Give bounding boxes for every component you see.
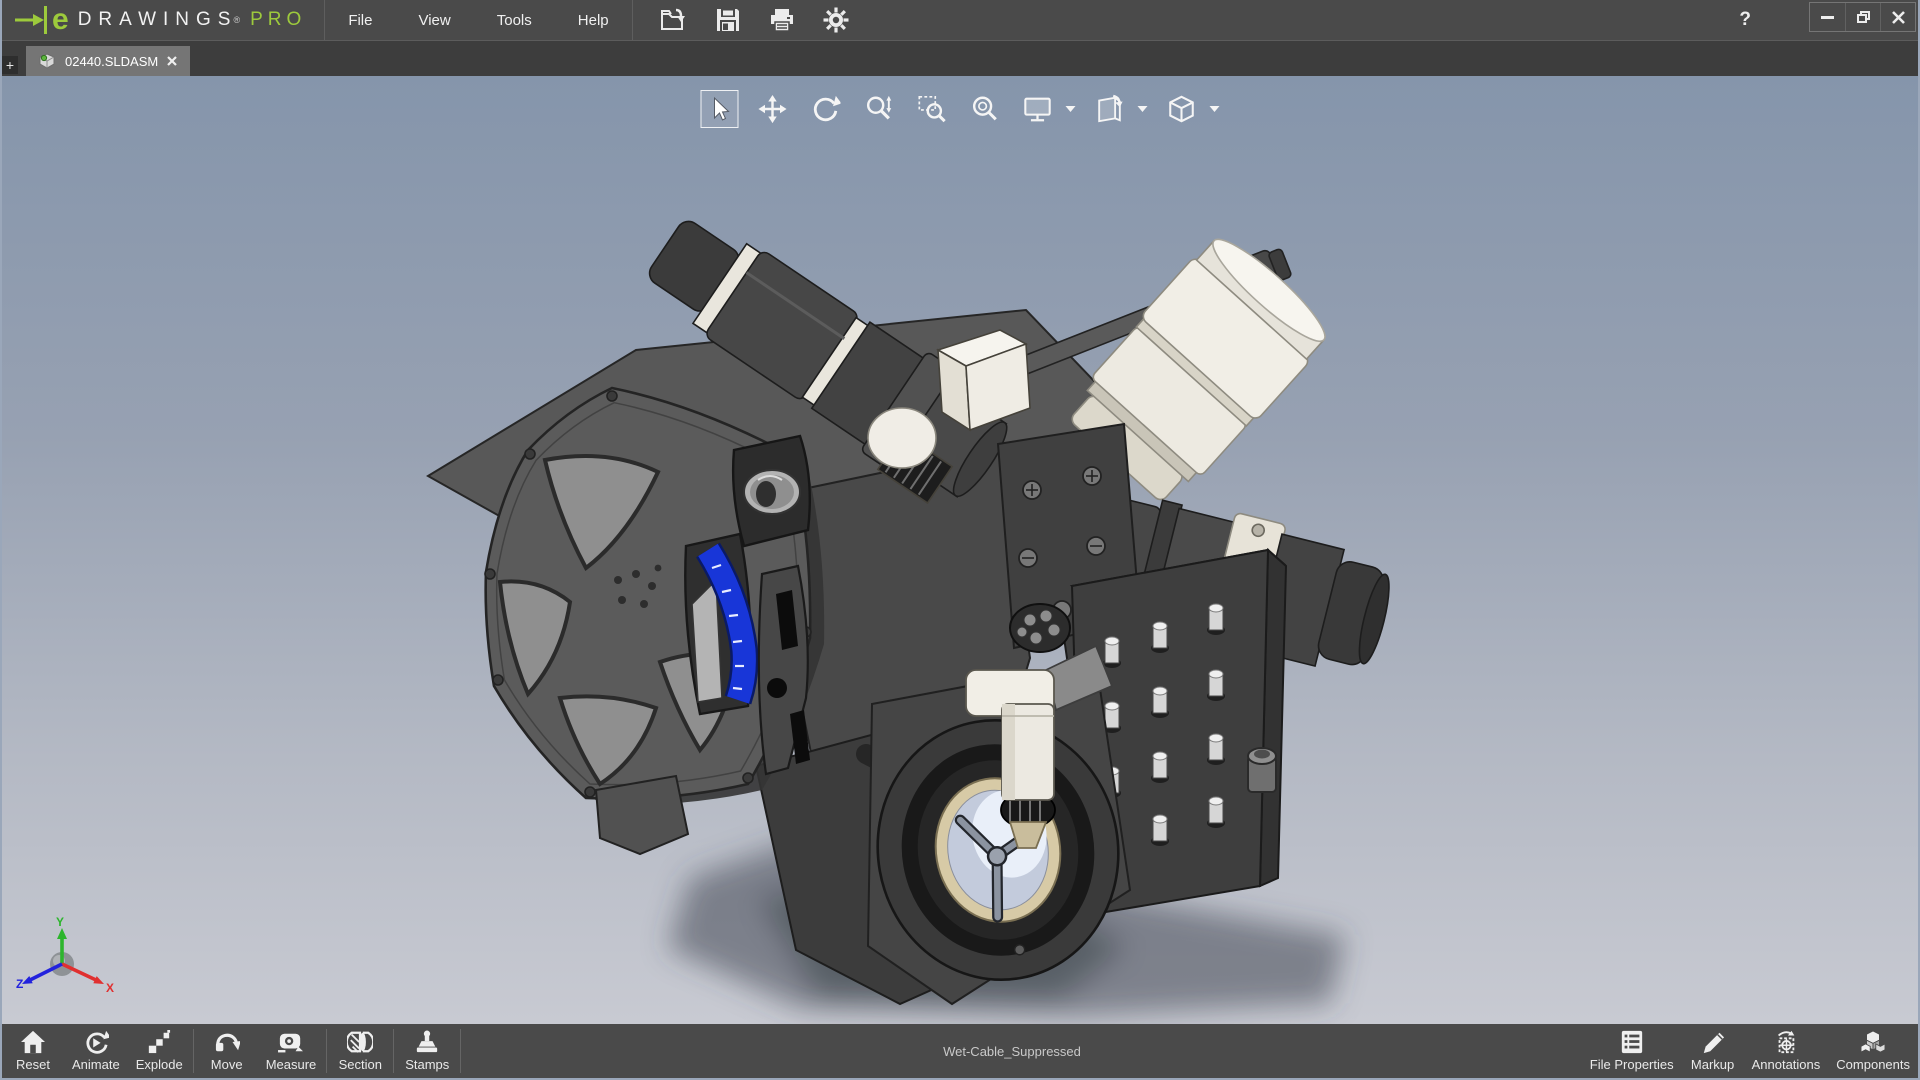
measure-button[interactable]: Measure — [258, 1024, 325, 1078]
tab-02440-sldasm[interactable]: 02440.SLDASM — [26, 46, 191, 76]
file-properties-label: File Properties — [1589, 1057, 1674, 1072]
home-icon — [21, 1030, 45, 1054]
window-controls — [1809, 2, 1916, 32]
edrawings-arrow-icon — [15, 6, 47, 34]
reset-button[interactable]: Reset — [2, 1024, 64, 1078]
reset-label: Reset — [16, 1057, 50, 1072]
section-icon — [347, 1031, 374, 1053]
blue-scale-window[interactable] — [684, 532, 759, 716]
file-properties-icon — [1621, 1030, 1642, 1054]
titlebar: e DRAWINGS ® PRO File View Tools Help ? — [2, 0, 1918, 40]
statusbar-left-tools: Reset Animate Explode Move Measure Secti… — [2, 1024, 463, 1078]
stamps-button[interactable]: Stamps — [396, 1024, 458, 1078]
components-icon — [1860, 1030, 1886, 1053]
components-button[interactable]: Components — [1828, 1024, 1918, 1078]
app-logo: e DRAWINGS ® PRO — [2, 0, 324, 40]
logo-pro: PRO — [250, 9, 307, 30]
assembly-file-icon — [39, 53, 55, 69]
stamp-icon — [417, 1030, 438, 1053]
section-button[interactable]: Section — [329, 1024, 391, 1078]
section-label: Section — [338, 1057, 382, 1072]
measure-icon — [278, 1033, 304, 1053]
pencil-icon — [1703, 1032, 1724, 1054]
close-button[interactable] — [1880, 3, 1915, 31]
edrawings-window: e DRAWINGS ® PRO File View Tools Help ? … — [0, 0, 1920, 1080]
components-label: Components — [1836, 1057, 1910, 1072]
orientation-triad: Y Z X — [16, 916, 114, 995]
menu-tools[interactable]: Tools — [474, 0, 555, 40]
statusbar-separator — [192, 1029, 194, 1073]
markup-label: Markup — [1690, 1057, 1735, 1072]
stamps-label: Stamps — [405, 1057, 450, 1072]
open-file-icon — [660, 8, 685, 30]
save-button[interactable] — [713, 5, 743, 35]
window-controls-area: ? — [1739, 0, 1918, 40]
titlebar-toolbar — [633, 5, 851, 35]
tab-label: 02440.SLDASM — [65, 53, 159, 69]
new-tab-button[interactable]: + — [2, 56, 18, 74]
statusbar: Reset Animate Explode Move Measure Secti… — [2, 1024, 1918, 1078]
logo-drawings: DRAWINGS — [77, 9, 238, 30]
annotations-button[interactable]: Annotations — [1744, 1024, 1829, 1078]
menubar: File View Tools Help — [325, 0, 631, 40]
print-button[interactable] — [767, 5, 797, 35]
print-icon — [770, 9, 793, 32]
axis-y-label: Y — [56, 916, 64, 929]
file-properties-button[interactable]: File Properties — [1582, 1024, 1682, 1078]
gear-icon — [823, 7, 849, 33]
document-tabbar: + 02440.SLDASM — [2, 40, 1918, 76]
markup-button[interactable]: Markup — [1682, 1024, 1744, 1078]
axis-x-label: X — [106, 981, 114, 995]
annotations-label: Annotations — [1751, 1057, 1821, 1072]
restore-button[interactable] — [1845, 3, 1880, 31]
animate-button[interactable]: Animate — [64, 1024, 128, 1078]
measure-label: Measure — [265, 1057, 317, 1072]
minimize-button[interactable] — [1810, 3, 1845, 31]
tab-close-button[interactable] — [167, 56, 178, 66]
statusbar-separator — [460, 1029, 462, 1073]
annotations-icon — [1777, 1030, 1795, 1054]
save-icon — [716, 9, 739, 31]
wheel-slot — [757, 564, 810, 776]
explode-label: Explode — [135, 1057, 183, 1072]
wheel-top-window — [731, 434, 811, 548]
menu-help[interactable]: Help — [555, 0, 632, 40]
close-icon — [1891, 10, 1905, 24]
open-file-button[interactable] — [659, 5, 689, 35]
minimize-icon — [1821, 15, 1834, 19]
restore-icon — [1856, 11, 1870, 23]
help-button[interactable]: ? — [1739, 9, 1751, 31]
explode-button[interactable]: Explode — [128, 1024, 191, 1078]
explode-icon — [149, 1030, 171, 1054]
side-valve — [1247, 747, 1277, 793]
menu-view[interactable]: View — [395, 0, 473, 40]
statusbar-separator — [393, 1029, 395, 1073]
logo-registered: ® — [233, 15, 241, 25]
active-configuration-label: Wet-Cable_Suppressed — [943, 1043, 1081, 1059]
axis-z-label: Z — [16, 977, 23, 991]
menu-file[interactable]: File — [325, 0, 395, 40]
move-button[interactable]: Move — [196, 1024, 258, 1078]
options-button[interactable] — [821, 5, 851, 35]
animate-icon — [86, 1030, 109, 1054]
logo-e: e — [52, 3, 69, 36]
3d-viewport[interactable]: Y Z X — [2, 76, 1918, 1024]
animate-label: Animate — [72, 1057, 120, 1072]
statusbar-right-tools: File Properties Markup Annotations Compo… — [1582, 1024, 1918, 1078]
move-component-icon — [215, 1033, 240, 1052]
move-label: Move — [210, 1057, 243, 1072]
statusbar-separator — [326, 1029, 328, 1073]
model-3d-assembly[interactable] — [2, 76, 1918, 1024]
close-icon — [167, 56, 178, 66]
